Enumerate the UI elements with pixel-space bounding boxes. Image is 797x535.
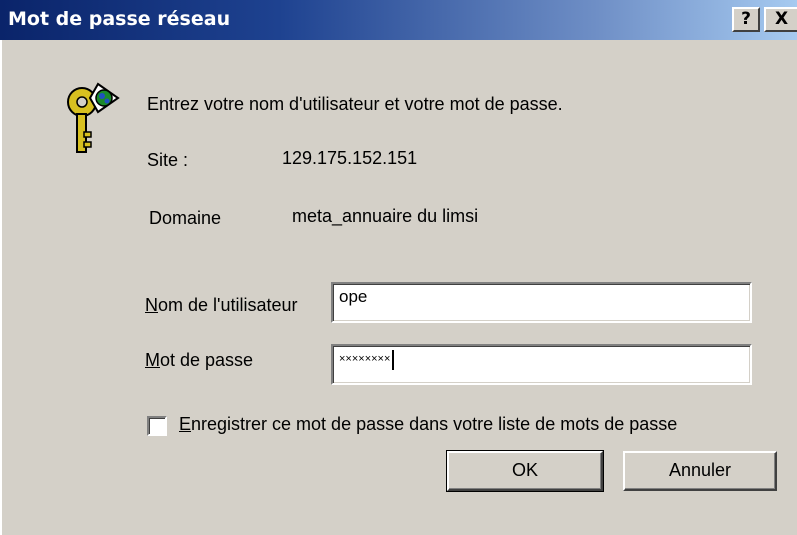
title-bar[interactable]: Mot de passe réseau ? X: [0, 0, 797, 40]
close-button[interactable]: X: [764, 7, 797, 32]
site-value: 129.175.152.151: [282, 148, 418, 168]
username-mnemonic: N: [145, 295, 158, 315]
domain-label: Domaine: [149, 208, 222, 228]
password-label-text: ot de passe: [160, 350, 254, 370]
save-password-mnemonic: E: [179, 414, 192, 434]
prompt-text: Entrez votre nom d'utilisateur et votre …: [147, 94, 563, 114]
password-label: Mot de passe: [145, 350, 253, 371]
ok-button[interactable]: OK: [446, 450, 604, 492]
keys-icon: [67, 82, 120, 153]
username-label-text: om de l'utilisateur: [158, 295, 298, 315]
cancel-button[interactable]: Annuler: [623, 451, 777, 491]
window-title: Mot de passe réseau: [8, 8, 231, 30]
window-border: [0, 40, 2, 535]
username-value: ope: [339, 287, 368, 306]
domain-value: meta_annuaire du limsi: [292, 206, 479, 226]
save-password-label[interactable]: Enregistrer ce mot de passe dans votre l…: [179, 414, 677, 435]
save-password-checkbox[interactable]: [147, 416, 167, 436]
save-password-label-text: nregistrer ce mot de passe dans votre li…: [191, 414, 678, 434]
username-field[interactable]: ope: [331, 282, 752, 323]
help-button[interactable]: ?: [732, 7, 760, 32]
password-mnemonic: M: [145, 350, 160, 370]
password-mask: ××××××××: [339, 353, 391, 365]
site-label: Site :: [147, 150, 189, 170]
text-caret: [392, 349, 395, 370]
username-label: Nom de l'utilisateur: [145, 295, 298, 316]
network-password-dialog: Mot de passe réseau ? X Entrez votre nom…: [0, 0, 797, 535]
password-field[interactable]: ××××××××: [331, 344, 752, 385]
